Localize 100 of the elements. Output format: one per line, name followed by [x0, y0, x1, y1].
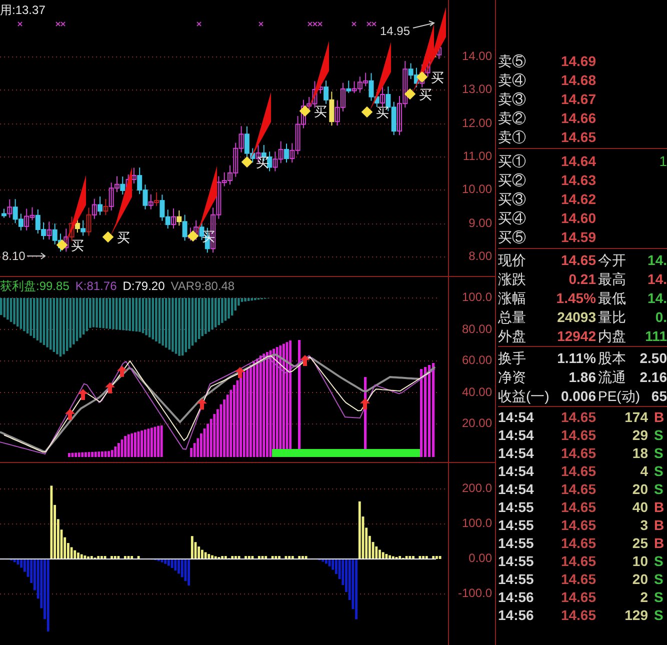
diamond-icon [241, 156, 253, 168]
trade-volume: 18 [631, 446, 648, 460]
trade-side: S [654, 554, 664, 568]
diamond-icon [299, 105, 311, 117]
buy-signal-label: 买 [376, 105, 389, 120]
trade-price: 14.65 [560, 428, 596, 442]
quote-label: 量比 [598, 310, 627, 324]
trade-side: S [654, 464, 664, 478]
trade-side: B [654, 536, 664, 550]
axis-label: 100.0 [462, 517, 492, 529]
ask-price: 14.69 [560, 54, 596, 68]
trade-time: 14:55 [498, 500, 535, 514]
trade-side: S [654, 572, 664, 586]
trade-price: 14.65 [560, 518, 596, 532]
quote-label: 最高 [598, 272, 627, 286]
ask-label: 卖④ [498, 72, 527, 86]
trade-side: B [654, 518, 664, 532]
stat-value: 2.50 [640, 350, 667, 364]
trade-volume: 129 [624, 608, 648, 622]
trade-time: 14:56 [498, 608, 535, 622]
trade-volume: 20 [631, 572, 648, 586]
buy-signal-label: 买 [314, 104, 327, 119]
quote-label: 今开 [598, 252, 627, 266]
pointer-arrow [26, 252, 46, 260]
cross-icon [196, 22, 202, 26]
stat-value: 1.11% [556, 350, 596, 364]
stat-label: 净资 [498, 370, 527, 384]
diamond-icon [56, 239, 68, 251]
up-arrow-icon [235, 367, 245, 378]
trade-price: 14.65 [560, 464, 596, 478]
up-arrow-icon [105, 382, 115, 394]
stat-value: 0.006 [560, 388, 596, 402]
trade-volume: 20 [631, 482, 648, 496]
diamond-icon [416, 71, 428, 83]
quote-label: 涨幅 [498, 290, 527, 304]
trade-time: 14:55 [498, 518, 535, 532]
quote-value: 1.45% [555, 290, 596, 304]
trade-volume: 10 [631, 554, 648, 568]
legend-value: K:81.76 [75, 280, 117, 292]
trade-time: 14:55 [498, 572, 535, 586]
bid-price: 14.64 [560, 154, 596, 168]
diamond-icon [404, 88, 416, 100]
trade-price: 14.65 [560, 482, 596, 496]
quote-label: 内盘 [598, 328, 627, 342]
legend-value: D:79.20 [122, 280, 165, 292]
legend-value: VAR9:80.48 [170, 280, 235, 292]
trade-side: S [654, 608, 664, 622]
quote-label: 总量 [498, 310, 527, 324]
trade-price: 14.65 [560, 572, 596, 586]
bid-label: 买⑤ [498, 230, 527, 244]
stat-value: 2.16 [640, 370, 667, 384]
trade-price: 14.65 [560, 608, 596, 622]
trade-side: S [654, 482, 664, 496]
axis-label: 8.00 [468, 250, 492, 262]
quote-value: 111 [645, 328, 667, 342]
ask-price: 14.65 [560, 130, 596, 144]
stat-label: 收益(一) [498, 388, 550, 402]
high-price-label: 14.95 [380, 25, 410, 37]
trade-volume: 2 [639, 590, 648, 604]
trade-price: 14.65 [560, 500, 596, 514]
quote-value: 14.65 [560, 252, 596, 266]
cross-icon [352, 22, 356, 26]
quote-value: 0. [655, 310, 667, 324]
buy-signal-label: 买 [431, 70, 444, 85]
quote-label: 涨跌 [498, 272, 527, 286]
trade-price: 14.65 [560, 410, 596, 424]
trade-price: 14.65 [560, 590, 596, 604]
trade-time: 14:54 [498, 446, 535, 460]
quote-label: 最低 [598, 290, 627, 304]
axis-label: 14.00 [462, 50, 492, 62]
ask-price: 14.68 [560, 72, 596, 86]
trade-price: 14.65 [560, 446, 596, 460]
bid-volume: 1 [659, 154, 667, 168]
ask-price: 14.66 [560, 110, 596, 124]
buy-signal-label: 买 [419, 87, 432, 102]
diamond-icon [102, 231, 114, 243]
axis-label: 20.00 [462, 417, 492, 429]
up-arrow-icon [117, 366, 127, 377]
trade-side: S [654, 428, 664, 442]
axis-label: 60.00 [462, 354, 492, 366]
trade-side: B [654, 500, 664, 514]
stat-label: 流通 [598, 370, 627, 384]
axis-label: 40.00 [462, 386, 492, 398]
pointer-arrow [412, 20, 436, 28]
trade-time: 14:54 [498, 428, 535, 442]
cross-icon [258, 22, 264, 26]
stat-value: 65 [651, 388, 667, 402]
trade-side: S [654, 446, 664, 460]
up-arrow-icon [300, 355, 310, 366]
trade-volume: 174 [624, 410, 648, 424]
axis-label: -100.0 [458, 587, 492, 599]
up-arrow-icon [65, 408, 75, 420]
cross-icon [18, 22, 22, 26]
axis-label: 100.0 [462, 291, 492, 303]
axis-label: 10.00 [462, 183, 492, 195]
ask-label: 卖③ [498, 92, 527, 106]
up-arrow-icon [197, 398, 207, 410]
low-price-label: 8.10 [2, 250, 26, 262]
bid-price: 14.63 [560, 172, 596, 186]
trade-price: 14.65 [560, 554, 596, 568]
